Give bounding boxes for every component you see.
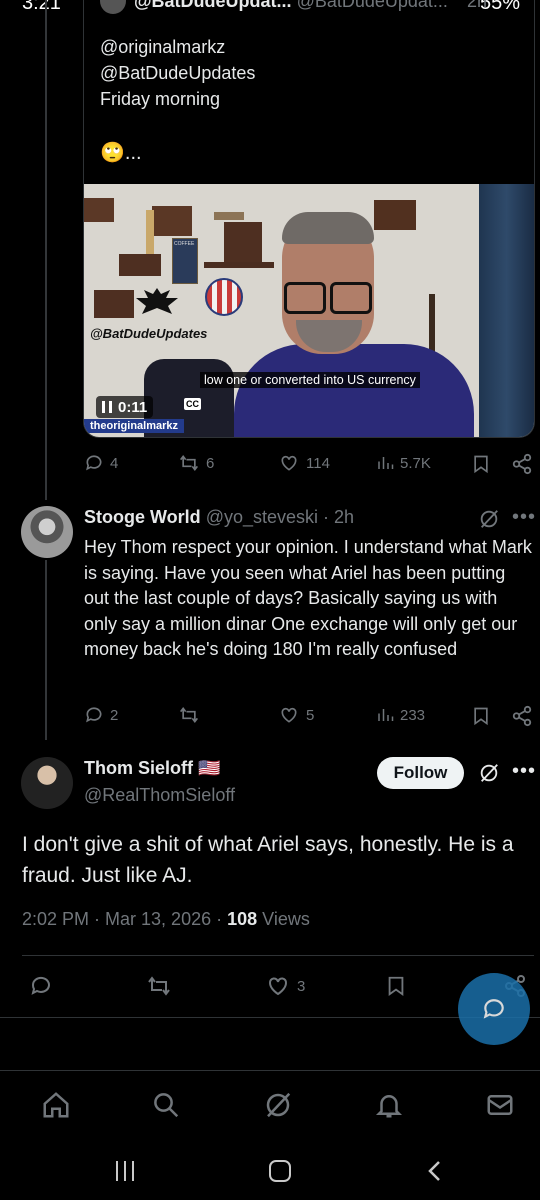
glasses	[284, 282, 326, 314]
reply-author-handle[interactable]: @yo_steveski	[206, 507, 318, 527]
reply-views-count: 233	[400, 706, 426, 724]
round-sign	[205, 278, 243, 316]
quoted-handle: @BatDudeUpdat...	[296, 0, 448, 11]
reply-icon	[86, 707, 102, 723]
reply-like-action[interactable]: 5	[278, 705, 314, 725]
reply-reply-action[interactable]: 2	[84, 705, 118, 725]
recent-apps-icon[interactable]	[114, 1161, 136, 1181]
quoted-line-2: @BatDudeUpdates	[100, 63, 256, 83]
reply-reply-count: 2	[110, 706, 119, 724]
repost-icon	[180, 706, 198, 724]
like-action[interactable]: 114	[278, 453, 330, 473]
reply-icon	[86, 455, 102, 471]
quoted-emoji: 🙄...	[100, 142, 142, 164]
main-like-action[interactable]: 3	[265, 974, 305, 998]
share-icon[interactable]	[511, 705, 533, 727]
search-icon[interactable]	[151, 1090, 181, 1120]
messages-mail-icon[interactable]	[485, 1090, 515, 1120]
divider	[22, 955, 534, 956]
main-like-count: 3	[297, 977, 306, 995]
bookmark-icon[interactable]	[471, 705, 491, 727]
thread-line-2	[45, 560, 47, 740]
video-watermark: @BatDudeUpdates	[90, 326, 208, 341]
grok-icon[interactable]	[478, 508, 500, 530]
person-body	[234, 344, 474, 437]
main-author-handle[interactable]: @RealThomSieloff	[84, 785, 235, 806]
repost-icon[interactable]	[146, 974, 172, 998]
status-time: 3:21	[22, 0, 61, 14]
compose-message-icon	[483, 999, 504, 1019]
quoted-name: @BatDudeUpdat...	[134, 0, 292, 11]
repost-action[interactable]: 6	[178, 453, 214, 473]
follow-button[interactable]: Follow	[377, 757, 464, 789]
reply-time: · 2h	[323, 507, 355, 527]
more-options-icon[interactable]: •••	[512, 506, 536, 529]
cc-button[interactable]: CC	[184, 398, 201, 410]
quoted-time: 2h	[466, 0, 487, 11]
compose-fab[interactable]	[458, 973, 530, 1045]
reply-text: Hey Thom respect your opinion. I underst…	[84, 537, 532, 659]
reply-like-count: 5	[306, 706, 315, 724]
heart-icon	[281, 707, 297, 723]
views-label: Views	[257, 909, 310, 929]
video-player[interactable]: COFFEE @BatDudeUpdates low one or conver…	[84, 184, 534, 437]
quoted-avatar	[100, 0, 126, 14]
reply-views-action[interactable]: 233	[376, 705, 425, 725]
share-icon[interactable]	[511, 453, 533, 475]
reply-count: 4	[110, 454, 119, 472]
reply-icon[interactable]	[29, 974, 53, 998]
views-action[interactable]: 5.7K	[376, 453, 431, 473]
views-icon	[378, 457, 394, 469]
main-author-name[interactable]: Thom Sieloff	[84, 758, 193, 778]
like-count: 114	[306, 454, 330, 472]
quoted-tweet-card[interactable]: @BatDudeUpdat... @BatDudeUpdat... 2h @or…	[83, 0, 535, 438]
thread-line	[45, 0, 47, 500]
avatar-stooge-world[interactable]	[21, 506, 73, 558]
quoted-line-3: Friday morning	[100, 89, 221, 109]
notifications-bell-icon[interactable]	[374, 1090, 404, 1120]
grok-icon[interactable]	[478, 762, 500, 784]
video-source-label: theoriginalmarkz	[84, 419, 185, 433]
home-icon[interactable]	[41, 1090, 71, 1120]
more-options-icon[interactable]: •••	[512, 760, 536, 783]
reply-author-name[interactable]: Stooge World	[84, 507, 201, 527]
video-time: 0:11	[118, 398, 148, 416]
reply-repost-action[interactable]	[178, 705, 206, 725]
pause-icon[interactable]	[102, 401, 112, 413]
heart-icon	[269, 977, 287, 996]
video-controls: 0:11	[96, 396, 154, 418]
main-tweet-text: I don't give a shit of what Ariel says, …	[22, 833, 514, 887]
back-icon[interactable]	[426, 1160, 442, 1182]
quoted-line-1: @originalmarkz	[100, 37, 226, 57]
repost-count: 6	[206, 454, 215, 472]
bookmark-icon[interactable]	[471, 453, 491, 475]
repost-icon	[180, 454, 198, 472]
views-count-bold: 108	[227, 909, 258, 929]
flag-icon: 🇺🇸	[198, 758, 221, 778]
grok-nav-icon[interactable]	[263, 1090, 293, 1120]
android-home-icon[interactable]	[269, 1160, 291, 1182]
avatar-thom-sieloff[interactable]	[21, 757, 73, 809]
bookmark-icon[interactable]	[385, 974, 407, 998]
video-caption: low one or converted into US currency	[200, 372, 420, 388]
views-icon	[378, 709, 394, 721]
tweet-timestamp[interactable]: 2:02 PM · Mar 13, 2026 ·	[22, 909, 227, 929]
bat-logo-icon	[136, 288, 178, 314]
reply-action[interactable]: 4	[84, 453, 118, 473]
views-count: 5.7K	[400, 454, 431, 472]
heart-icon	[281, 455, 297, 471]
coffee-sign: COFFEE	[172, 238, 198, 284]
